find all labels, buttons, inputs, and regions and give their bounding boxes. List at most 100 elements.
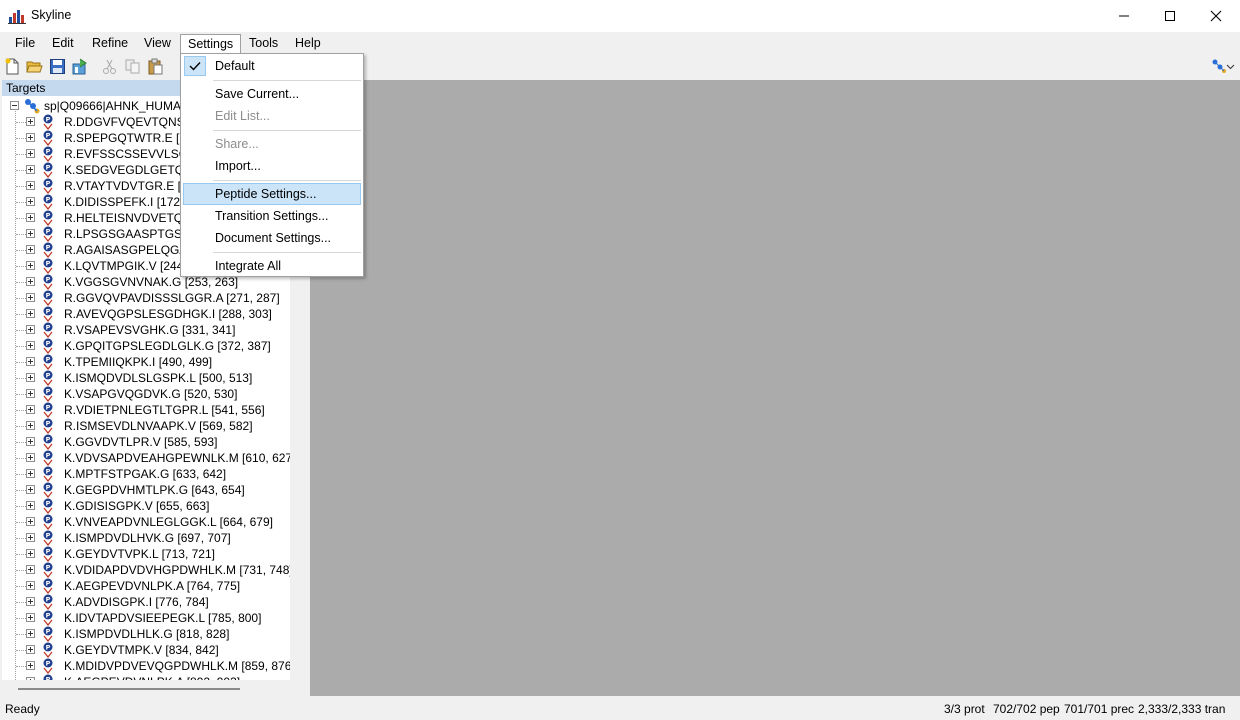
expand-toggle[interactable] xyxy=(26,613,35,622)
expand-toggle[interactable] xyxy=(26,277,35,286)
expand-toggle[interactable] xyxy=(26,245,35,254)
save-icon[interactable] xyxy=(49,58,66,75)
tree-connector xyxy=(16,394,26,395)
expand-toggle[interactable] xyxy=(26,261,35,270)
peptide-node[interactable]: P R.GGVQVPAVDISSSLGGR.A [271, 287] xyxy=(2,290,290,306)
peptide-node[interactable]: P K.ISMQDVDLSLGSPK.L [500, 513] xyxy=(2,370,290,386)
collapse-toggle[interactable] xyxy=(10,101,19,110)
expand-toggle[interactable] xyxy=(26,645,35,654)
tree-horizontal-scrollbar[interactable] xyxy=(2,680,304,696)
expand-toggle[interactable] xyxy=(26,661,35,670)
peptide-icon: P xyxy=(43,210,53,226)
menu-item-default[interactable]: Default xyxy=(183,55,361,77)
expand-toggle[interactable] xyxy=(26,629,35,638)
peptide-node[interactable]: P K.VNVEAPDVNLEGLGGK.L [664, 679] xyxy=(2,514,290,530)
peptide-label: R.VSAPEVSVGHK.G [331, 341] xyxy=(64,323,236,337)
expand-toggle[interactable] xyxy=(26,501,35,510)
peptide-icon: P xyxy=(43,194,53,210)
open-folder-icon[interactable] xyxy=(26,58,43,75)
peptide-node[interactable]: P K.VDVSAPDVEAHGPEWNLK.M [610, 627] xyxy=(2,450,290,466)
expand-toggle[interactable] xyxy=(26,597,35,606)
expand-toggle[interactable] xyxy=(26,165,35,174)
peptide-node[interactable]: P K.ADVDISGPK.I [776, 784] xyxy=(2,594,290,610)
menu-help[interactable]: Help xyxy=(288,34,328,54)
expand-toggle[interactable] xyxy=(26,533,35,542)
cut-icon[interactable] xyxy=(101,58,118,75)
peptide-node[interactable]: P K.GDISISGPK.V [655, 663] xyxy=(2,498,290,514)
expand-toggle[interactable] xyxy=(26,293,35,302)
menu-refine[interactable]: Refine xyxy=(85,34,135,54)
svg-text:P: P xyxy=(46,196,51,204)
peptide-node[interactable]: P K.GEYDVTMPK.V [834, 842] xyxy=(2,642,290,658)
expand-toggle[interactable] xyxy=(26,213,35,222)
maximize-button[interactable] xyxy=(1147,0,1193,32)
peptide-node[interactable]: P K.AEGPEVDVNLPK.A [764, 775] xyxy=(2,578,290,594)
svg-text:P: P xyxy=(46,116,51,124)
peptide-node[interactable]: P K.TPEMIIQKPK.I [490, 499] xyxy=(2,354,290,370)
peptide-label: K.GDISISGPK.V [655, 663] xyxy=(64,499,210,513)
peptide-node[interactable]: P K.GGVDVTLPR.V [585, 593] xyxy=(2,434,290,450)
peptide-node[interactable]: P R.AVEVQGPSLESGDHGK.I [288, 303] xyxy=(2,306,290,322)
menu-item-import[interactable]: Import... xyxy=(183,155,361,177)
chevron-down-icon[interactable] xyxy=(1226,58,1235,75)
menu-item-document-settings[interactable]: Document Settings... xyxy=(183,227,361,249)
peptide-node[interactable]: P K.VDIDAPDVDVHGPDWHLK.M [731, 748] xyxy=(2,562,290,578)
peptide-icon: P xyxy=(43,306,53,322)
new-document-icon[interactable] xyxy=(4,58,21,75)
peptide-node[interactable]: P K.IDVTAPDVSIEEPEGK.L [785, 800] xyxy=(2,610,290,626)
menu-item-integrate-all[interactable]: Integrate All xyxy=(183,255,361,277)
peptide-node[interactable]: P K.GEYDVTVPK.L [713, 721] xyxy=(2,546,290,562)
expand-toggle[interactable] xyxy=(26,581,35,590)
peptide-node[interactable]: P K.VSAPGVQGDVK.G [520, 530] xyxy=(2,386,290,402)
menu-item-transition-settings[interactable]: Transition Settings... xyxy=(183,205,361,227)
expand-toggle[interactable] xyxy=(26,325,35,334)
scrollbar-thumb[interactable] xyxy=(18,688,240,690)
expand-toggle[interactable] xyxy=(26,437,35,446)
expand-toggle[interactable] xyxy=(26,485,35,494)
expand-toggle[interactable] xyxy=(26,341,35,350)
copy-icon[interactable] xyxy=(124,58,141,75)
expand-toggle[interactable] xyxy=(26,549,35,558)
menu-item-share: Share... xyxy=(183,133,361,155)
peptide-node[interactable]: P K.ISMPDVDLHLK.G [818, 828] xyxy=(2,626,290,642)
peptide-node[interactable]: P R.VDIETPNLEGTLTGPR.L [541, 556] xyxy=(2,402,290,418)
expand-toggle[interactable] xyxy=(26,357,35,366)
peptide-node[interactable]: P K.GEGPDVHMTLPK.G [643, 654] xyxy=(2,482,290,498)
minimize-button[interactable] xyxy=(1101,0,1147,32)
peptide-node[interactable]: P K.MDIDVPDVEVQGPDWHLK.M [859, 876] xyxy=(2,658,290,674)
peptide-node[interactable]: P K.MPTFSTPGAK.G [633, 642] xyxy=(2,466,290,482)
menu-file[interactable]: File xyxy=(8,34,42,54)
expand-toggle[interactable] xyxy=(26,117,35,126)
peptide-node[interactable]: P K.GPQITGPSLEGDLGLK.G [372, 387] xyxy=(2,338,290,354)
menu-edit[interactable]: Edit xyxy=(45,34,81,54)
expand-toggle[interactable] xyxy=(26,453,35,462)
expand-toggle[interactable] xyxy=(26,421,35,430)
peptide-icon: P xyxy=(43,642,53,658)
expand-toggle[interactable] xyxy=(26,517,35,526)
expand-toggle[interactable] xyxy=(26,389,35,398)
peptide-node[interactable]: P R.VSAPEVSVGHK.G [331, 341] xyxy=(2,322,290,338)
expand-toggle[interactable] xyxy=(26,309,35,318)
menu-item-save-current[interactable]: Save Current... xyxy=(183,83,361,105)
menu-view[interactable]: View xyxy=(137,34,178,54)
expand-toggle[interactable] xyxy=(26,197,35,206)
peptide-label: K.ISMQDVDLSLGSPK.L [500, 513] xyxy=(64,371,253,385)
close-button[interactable] xyxy=(1193,0,1239,32)
expand-toggle[interactable] xyxy=(26,565,35,574)
expand-toggle[interactable] xyxy=(26,181,35,190)
menu-item-peptide-settings[interactable]: Peptide Settings... xyxy=(183,183,361,205)
peptide-node[interactable]: P K.ISMPDVDLHVK.G [697, 707] xyxy=(2,530,290,546)
menu-tools[interactable]: Tools xyxy=(242,34,285,54)
menu-settings[interactable]: Settings xyxy=(180,34,242,54)
expand-toggle[interactable] xyxy=(26,469,35,478)
publish-icon[interactable] xyxy=(72,58,89,75)
expand-toggle[interactable] xyxy=(26,229,35,238)
paste-icon[interactable] xyxy=(147,58,164,75)
peptide-node[interactable]: P R.ISMSEVDLNVAAPK.V [569, 582] xyxy=(2,418,290,434)
expand-toggle[interactable] xyxy=(26,405,35,414)
expand-toggle[interactable] xyxy=(26,149,35,158)
expand-toggle[interactable] xyxy=(26,133,35,142)
peptide-label: K.ISMPDVDLHVK.G [697, 707] xyxy=(64,531,231,545)
peptide-icon: P xyxy=(43,546,53,562)
expand-toggle[interactable] xyxy=(26,373,35,382)
